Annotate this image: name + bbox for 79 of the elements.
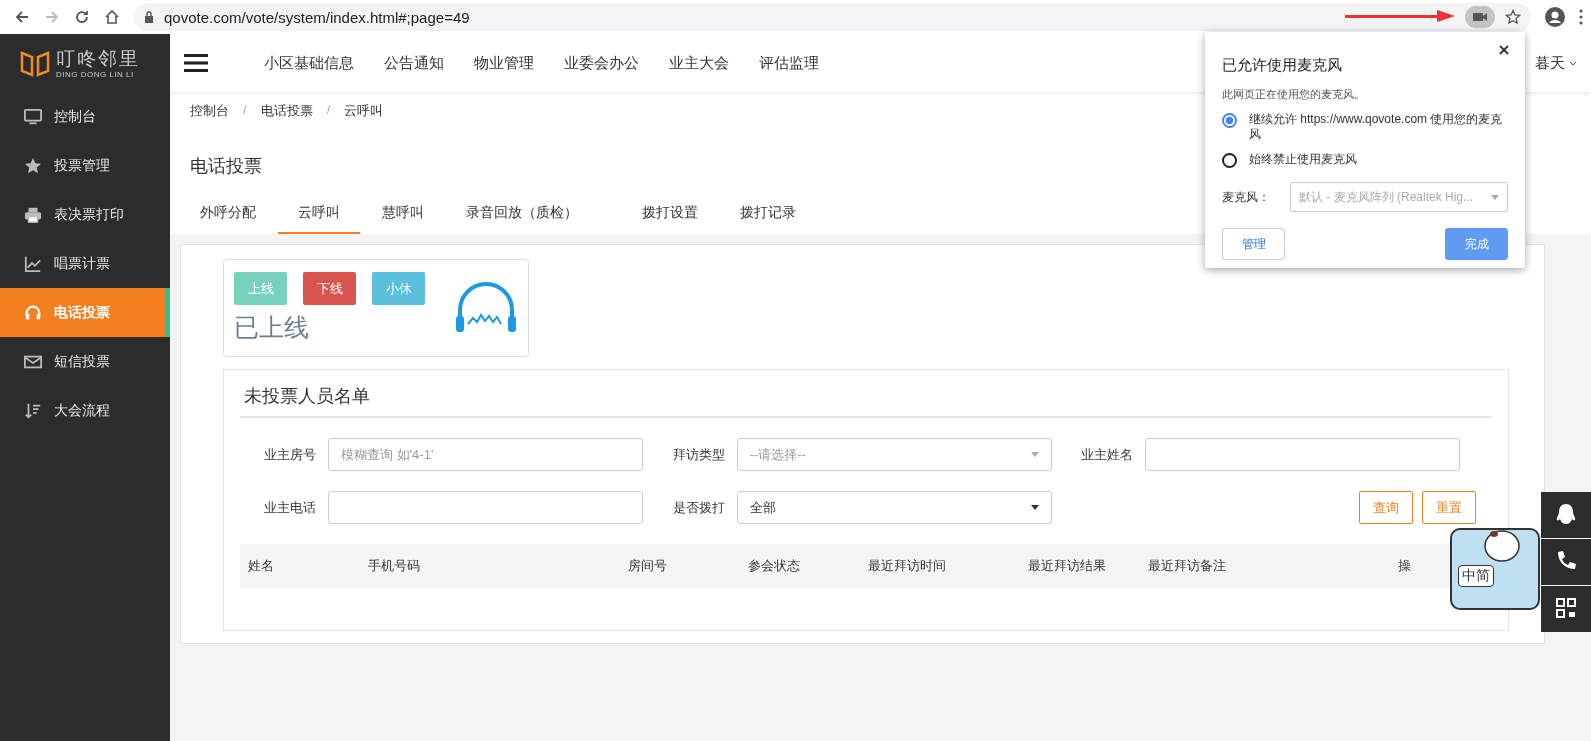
column-header: 最近拜访结果 bbox=[1028, 557, 1107, 575]
status-button[interactable]: 下线 bbox=[303, 272, 356, 305]
camera-icon[interactable] bbox=[1465, 6, 1495, 28]
nav-item[interactable]: 业主大会 bbox=[669, 53, 729, 73]
sidebar-item[interactable]: 短信投票 bbox=[0, 337, 170, 386]
select-field[interactable]: 全部 bbox=[736, 491, 1052, 524]
user-menu[interactable]: 暮天 bbox=[1535, 53, 1565, 73]
nav-item[interactable]: 评估监理 bbox=[759, 53, 819, 73]
nav-item[interactable]: 公告通知 bbox=[384, 53, 444, 73]
caret-icon bbox=[1491, 194, 1499, 200]
column-header: 姓名 bbox=[248, 557, 275, 575]
sidebar-item[interactable]: 控制台 bbox=[0, 92, 170, 141]
column-header: 最近拜访时间 bbox=[868, 557, 947, 575]
breadcrumb-item[interactable]: 控制台 bbox=[190, 102, 229, 120]
chart-icon bbox=[24, 254, 42, 273]
filter-label: 业主房号 bbox=[263, 445, 316, 464]
sidebar-item[interactable]: 唱票计票 bbox=[0, 239, 170, 288]
back-icon[interactable] bbox=[14, 9, 30, 25]
column-header: 手机号码 bbox=[368, 557, 421, 575]
breadcrumb-separator: / bbox=[243, 102, 247, 119]
field-label: 麦克风： bbox=[1222, 188, 1270, 206]
column-header: 操 bbox=[1398, 557, 1412, 575]
star-icon bbox=[24, 156, 42, 175]
breadcrumb-item[interactable]: 电话投票 bbox=[260, 102, 313, 120]
option-label: 始终禁止使用麦克风 bbox=[1249, 152, 1357, 167]
filter-label: 业主电话 bbox=[263, 498, 316, 517]
input-field[interactable] bbox=[1145, 438, 1461, 471]
caret-icon bbox=[1030, 452, 1039, 457]
qr-code-icon[interactable] bbox=[1541, 586, 1591, 632]
headphones-icon bbox=[24, 303, 42, 322]
sidebar-item[interactable]: 大会流程 bbox=[0, 386, 170, 435]
home-icon[interactable] bbox=[104, 9, 120, 25]
lock-icon bbox=[144, 11, 154, 23]
breadcrumb-item: 云呼叫 bbox=[344, 102, 384, 120]
logo-icon bbox=[20, 49, 50, 77]
star-icon[interactable] bbox=[1505, 9, 1521, 25]
sidebar-item[interactable]: 投票管理 bbox=[0, 141, 170, 190]
tab[interactable]: 录音回放（质检） bbox=[446, 194, 598, 234]
menu-icon[interactable] bbox=[1579, 9, 1583, 25]
column-header: 参会状态 bbox=[748, 557, 801, 575]
tab[interactable]: 拨打记录 bbox=[720, 194, 816, 234]
tab[interactable]: 外呼分配 bbox=[180, 194, 276, 234]
nav-item[interactable]: 物业管理 bbox=[474, 53, 534, 73]
monitor-icon bbox=[24, 107, 42, 126]
nav-item[interactable]: 业委会办公 bbox=[564, 53, 639, 73]
option-label: 继续允许 https://www.qovote.com 使用您的麦克风 bbox=[1249, 112, 1504, 142]
breadcrumb-separator: / bbox=[326, 102, 331, 119]
filter-label: 业主姓名 bbox=[1080, 445, 1134, 464]
filter-label: 拜访类型 bbox=[671, 445, 725, 464]
popup-title: 已允许使用麦克风 bbox=[1222, 56, 1343, 75]
input-field[interactable]: 模糊查询 如'4-1' bbox=[328, 438, 643, 471]
ime-badge[interactable]: 中简 bbox=[1450, 528, 1540, 610]
reload-icon[interactable] bbox=[74, 9, 90, 25]
sidebar-item[interactable]: 表决票打印 bbox=[0, 190, 170, 239]
input-field[interactable] bbox=[328, 491, 643, 524]
address-bar[interactable]: qovote.com/vote/system/index.html#;page=49 bbox=[134, 3, 1531, 31]
radio-button[interactable] bbox=[1222, 153, 1237, 168]
tab[interactable]: 拨打设置 bbox=[622, 194, 718, 234]
popup-subtitle: 此网页正在使用您的麦克风。 bbox=[1222, 87, 1366, 102]
column-header: 房间号 bbox=[628, 557, 668, 575]
printer-icon bbox=[24, 205, 42, 224]
caret-icon bbox=[1030, 505, 1039, 510]
tab[interactable]: 慧呼叫 bbox=[362, 194, 444, 234]
panel-title: 未投票人员名单 bbox=[240, 370, 1492, 418]
logo-name: 叮咚邻里 bbox=[56, 47, 140, 70]
sort-icon bbox=[24, 401, 42, 420]
chevron-icon bbox=[1569, 60, 1577, 66]
close-icon[interactable] bbox=[1499, 45, 1509, 55]
profile-icon[interactable] bbox=[1545, 7, 1565, 27]
logo-subtitle: DING DONG LIN LI bbox=[56, 69, 135, 79]
column-header: 最近拜访备注 bbox=[1148, 557, 1227, 575]
menu-icon[interactable] bbox=[184, 53, 208, 73]
status-text: 已上线 bbox=[234, 312, 310, 343]
popup-button[interactable]: 管理 bbox=[1222, 228, 1285, 260]
radio-button[interactable] bbox=[1222, 113, 1237, 128]
page-title: 电话投票 bbox=[189, 155, 263, 178]
nav-item[interactable]: 小区基础信息 bbox=[264, 53, 354, 73]
phone-icon[interactable] bbox=[1541, 539, 1591, 585]
filter-label: 是否拨打 bbox=[671, 498, 725, 517]
